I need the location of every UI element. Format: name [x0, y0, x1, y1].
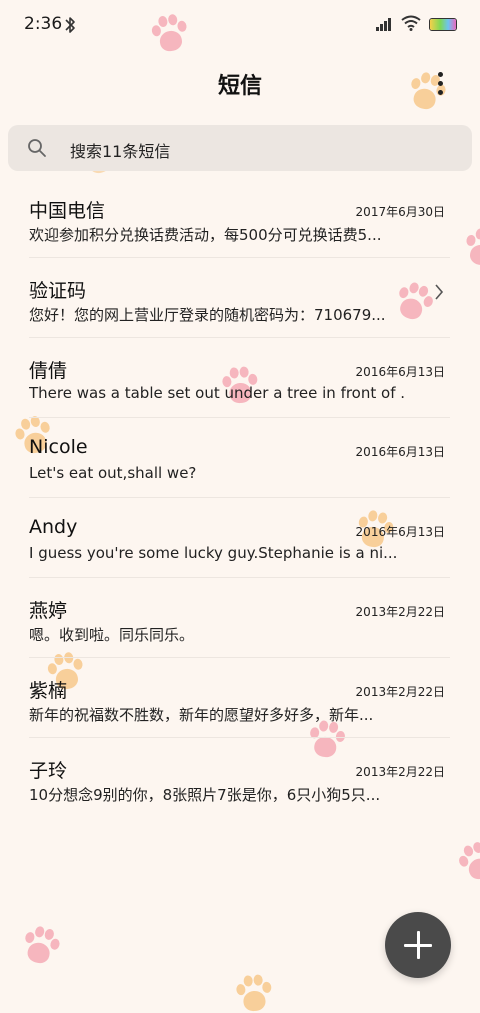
message-sender: 燕婷 — [29, 600, 68, 622]
paw-print-decoration — [234, 973, 274, 1013]
wifi-icon — [401, 15, 421, 31]
more-vertical-icon[interactable] — [432, 70, 448, 98]
message-sender: 倩倩 — [29, 360, 68, 382]
message-preview: Let's eat out,shall we? — [29, 464, 197, 482]
status-bar: 2:36 — [0, 0, 480, 52]
message-date: 2013年2月22日 — [355, 685, 445, 699]
message-date: 2016年6月13日 — [355, 365, 445, 379]
signal-icon — [376, 18, 391, 31]
message-preview: There was a table set out under a tree i… — [29, 384, 404, 402]
message-list: 中国电信 2017年6月30日 欢迎参加积分兑换话费活动，每500分可兑换话费5… — [0, 178, 480, 818]
message-preview: 您好！您的网上营业厅登录的随机密码为：710679... — [29, 306, 386, 324]
chevron-right-icon — [435, 284, 444, 300]
paw-print-decoration — [17, 922, 63, 974]
message-preview: 新年的祝福数不胜数，新年的愿望好多好多，新年... — [29, 706, 374, 724]
new-message-button[interactable] — [385, 912, 451, 978]
search-placeholder: 搜索11条短信 — [70, 142, 171, 161]
message-date: 2016年6月13日 — [355, 525, 445, 539]
battery-icon — [429, 18, 457, 31]
message-item[interactable]: Andy 2016年6月13日 I guess you're some luck… — [0, 498, 480, 578]
search-input[interactable]: 搜索11条短信 — [8, 125, 472, 171]
message-item[interactable]: 倩倩 2016年6月13日 There was a table set out … — [0, 338, 480, 418]
message-sender: Nicole — [29, 436, 88, 458]
message-item[interactable]: 中国电信 2017年6月30日 欢迎参加积分兑换话费活动，每500分可兑换话费5… — [0, 178, 480, 258]
message-date: 2013年2月22日 — [355, 765, 445, 779]
message-item[interactable]: Nicole 2016年6月13日 Let's eat out,shall we… — [0, 418, 480, 498]
message-sender: 紫楠 — [29, 680, 68, 702]
bluetooth-icon — [65, 17, 75, 33]
message-item[interactable]: 子玲 2013年2月22日 10分想念9别的你，8张照片7张是你，6只小狗5只.… — [0, 738, 480, 818]
message-sender: 中国电信 — [29, 200, 106, 222]
message-preview: 嗯。收到啦。同乐同乐。 — [29, 626, 195, 644]
message-date: 2016年6月13日 — [355, 445, 445, 459]
status-time: 2:36 — [24, 14, 63, 34]
message-sender: 子玲 — [29, 760, 68, 782]
message-sender: Andy — [29, 516, 78, 538]
message-date: 2017年6月30日 — [355, 205, 445, 219]
message-preview: I guess you're some lucky guy.Stephanie … — [29, 544, 398, 562]
message-item[interactable]: 验证码 您好！您的网上营业厅登录的随机密码为：710679... — [0, 258, 480, 338]
message-preview: 10分想念9别的你，8张照片7张是你，6只小狗5只... — [29, 786, 381, 804]
message-preview: 欢迎参加积分兑换话费活动，每500分可兑换话费5... — [29, 226, 382, 244]
plus-icon — [404, 931, 432, 959]
paw-print-decoration — [454, 837, 480, 891]
message-item[interactable]: 燕婷 2013年2月22日 嗯。收到啦。同乐同乐。 — [0, 578, 480, 658]
message-sender: 验证码 — [29, 280, 87, 302]
message-date: 2013年2月22日 — [355, 605, 445, 619]
header: 短信 — [0, 60, 480, 108]
search-icon — [28, 139, 46, 157]
page-title: 短信 — [217, 74, 262, 99]
message-item[interactable]: 紫楠 2013年2月22日 新年的祝福数不胜数，新年的愿望好多好多，新年... — [0, 658, 480, 738]
